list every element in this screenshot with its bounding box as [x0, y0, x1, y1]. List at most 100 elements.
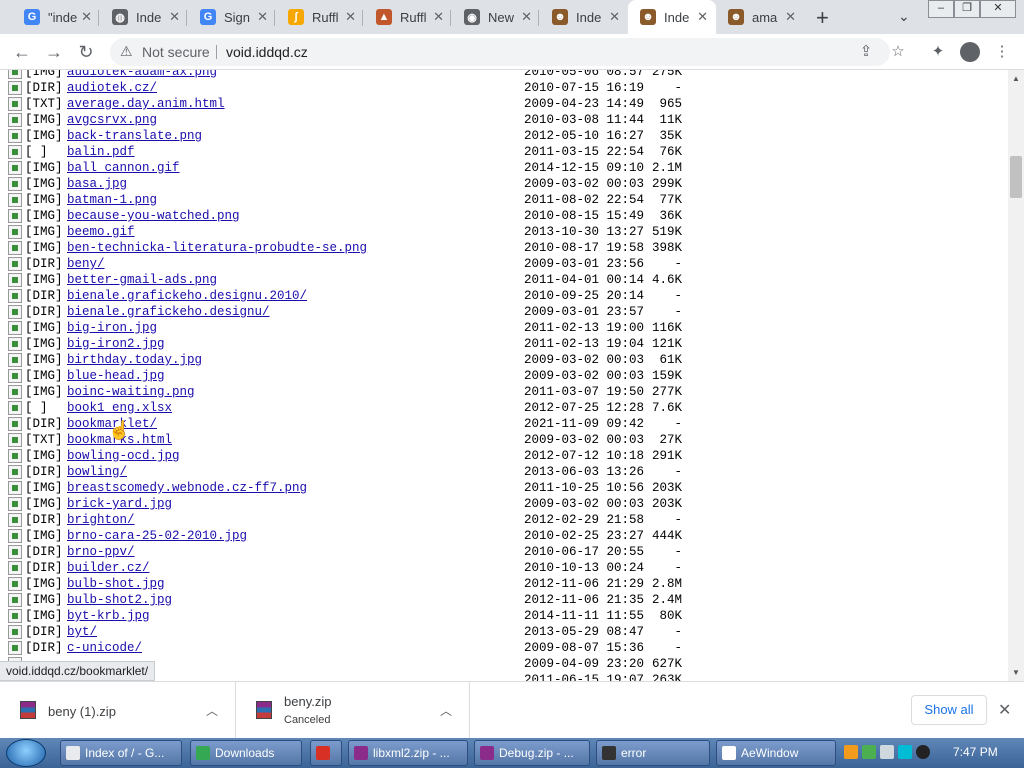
tray-app-icon[interactable]	[844, 745, 858, 759]
browser-tab[interactable]: G "inde ✕	[12, 0, 100, 34]
new-tab-button[interactable]: +	[816, 5, 829, 31]
file-link[interactable]: batman-1.png	[67, 192, 157, 208]
file-link[interactable]: bienale.grafickeho.designu/	[67, 304, 270, 320]
browser-tab[interactable]: ▲ Ruffl ✕	[364, 0, 452, 34]
browser-tab[interactable]: ☻ ama ✕	[716, 0, 804, 34]
file-link[interactable]: byt-krb.jpg	[67, 608, 150, 624]
file-link[interactable]: average.day.anim.html	[67, 96, 225, 112]
clock[interactable]: 7:47 PM	[953, 745, 998, 759]
close-tab-icon[interactable]: ✕	[345, 9, 356, 25]
tray-network-icon[interactable]	[880, 745, 894, 759]
bookmark-star-icon[interactable]: ☆	[888, 42, 908, 62]
file-link[interactable]: ball_cannon.gif	[67, 160, 180, 176]
file-link[interactable]: bowling-ocd.jpg	[67, 448, 180, 464]
scroll-up-icon[interactable]: ▲	[1012, 74, 1020, 83]
file-link[interactable]: brighton/	[67, 512, 135, 528]
file-link[interactable]: c-unicode/	[67, 640, 142, 656]
taskbar-button[interactable]: error	[596, 740, 710, 766]
chevron-up-icon[interactable]: ︿	[440, 702, 452, 719]
profile-avatar-icon[interactable]	[960, 42, 980, 62]
file-link[interactable]: balin.pdf	[67, 144, 135, 160]
file-link[interactable]: bienale.grafickeho.designu.2010/	[67, 288, 307, 304]
restore-button[interactable]: ❐	[954, 0, 980, 18]
reload-button[interactable]: ↻	[74, 40, 98, 64]
file-link[interactable]: boinc-waiting.png	[67, 384, 195, 400]
browser-tab[interactable]: ◉ New ✕	[452, 0, 540, 34]
download-item[interactable]: beny (1).zip ︿	[0, 682, 236, 739]
table-row: [DIR] builder.cz/2010-10-13 00:24 -	[8, 560, 998, 576]
tray-display-icon[interactable]	[898, 745, 912, 759]
file-link[interactable]: beny/	[67, 256, 105, 272]
tray-volume-icon[interactable]	[916, 745, 930, 759]
scroll-down-icon[interactable]: ▼	[1012, 668, 1020, 677]
security-label[interactable]: Not secure	[142, 44, 210, 60]
file-type-icon	[8, 81, 22, 95]
file-link[interactable]: brno-ppv/	[67, 544, 135, 560]
close-tab-icon[interactable]: ✕	[697, 9, 708, 25]
file-link[interactable]: builder.cz/	[67, 560, 150, 576]
file-link[interactable]: brno-cara-25-02-2010.jpg	[67, 528, 247, 544]
vertical-scrollbar[interactable]: ▲ ▼	[1008, 70, 1024, 681]
scrollbar-thumb[interactable]	[1010, 156, 1022, 198]
show-all-button[interactable]: Show all	[911, 695, 987, 725]
file-link[interactable]: avgcsrvx.png	[67, 112, 157, 128]
back-button[interactable]: ←	[10, 40, 34, 64]
file-link[interactable]: big-iron2.jpg	[67, 336, 165, 352]
close-tab-icon[interactable]: ✕	[257, 9, 268, 25]
close-tab-icon[interactable]: ✕	[521, 9, 532, 25]
file-link[interactable]: breastscomedy.webnode.cz-ff7.png	[67, 480, 307, 496]
file-link[interactable]: audiotek.cz/	[67, 80, 157, 96]
file-link[interactable]: basa.jpg	[67, 176, 127, 192]
file-type-icon	[8, 481, 22, 495]
browser-tab[interactable]: G Sign ✕	[188, 0, 276, 34]
file-link[interactable]: because-you-watched.png	[67, 208, 240, 224]
browser-tab[interactable]: ☻ Inde ✕	[540, 0, 628, 34]
close-tab-icon[interactable]: ✕	[169, 9, 180, 25]
taskbar-button[interactable]: AeWindow	[716, 740, 836, 766]
file-link[interactable]: byt/	[67, 624, 97, 640]
taskbar-button[interactable]: Index of / - G...	[60, 740, 182, 766]
file-link[interactable]: bowling/	[67, 464, 127, 480]
file-link[interactable]: bulb-shot2.jpg	[67, 592, 172, 608]
share-icon[interactable]: ⇪	[856, 42, 876, 62]
tab-title: "inde	[48, 9, 78, 25]
file-link[interactable]: big-iron.jpg	[67, 320, 157, 336]
taskbar-button[interactable]: Debug.zip - ...	[474, 740, 590, 766]
last-modified: 2014-11-11 11:55	[524, 609, 645, 623]
start-button[interactable]	[6, 739, 46, 767]
file-link[interactable]: book1_eng.xlsx	[67, 400, 172, 416]
taskbar-button[interactable]: Downloads	[190, 740, 302, 766]
address-bar[interactable]: ⚠ Not secure void.iddqd.cz	[110, 38, 890, 66]
extensions-icon[interactable]: ✦	[928, 42, 948, 62]
browser-tab[interactable]: ☻ Inde ✕	[628, 0, 716, 34]
file-link[interactable]: brick-yard.jpg	[67, 496, 172, 512]
file-link[interactable]: blue-head.jpg	[67, 368, 165, 384]
file-size: 203K	[651, 481, 682, 495]
tray-shield-icon[interactable]	[862, 745, 876, 759]
file-link[interactable]: bulb-shot.jpg	[67, 576, 165, 592]
warning-icon[interactable]: ⚠	[120, 43, 133, 60]
forward-button[interactable]: →	[42, 40, 66, 64]
file-link[interactable]: ben-technicka-literatura-probudte-se.png	[67, 240, 367, 256]
file-link[interactable]: better-gmail-ads.png	[67, 272, 217, 288]
url-text[interactable]: void.iddqd.cz	[226, 44, 308, 60]
close-tab-icon[interactable]: ✕	[81, 9, 92, 25]
chevron-up-icon[interactable]: ︿	[206, 702, 218, 719]
tab-search-chevron-icon[interactable]: ⌄	[898, 8, 910, 25]
file-link[interactable]: birthday.today.jpg	[67, 352, 202, 368]
minimize-button[interactable]: –	[928, 0, 954, 18]
file-link[interactable]: beemo.gif	[67, 224, 135, 240]
file-link[interactable]: audiotek-adam-ax.png	[67, 70, 217, 80]
browser-tab[interactable]: ◍ Inde ✕	[100, 0, 188, 34]
taskbar-button[interactable]	[310, 740, 342, 766]
menu-icon[interactable]: ⋮	[992, 42, 1012, 62]
file-link[interactable]: back-translate.png	[67, 128, 202, 144]
close-window-button[interactable]: ✕	[980, 0, 1016, 18]
download-item[interactable]: beny.zip Canceled ︿	[236, 682, 470, 739]
browser-tab[interactable]: ʃ Ruffl ✕	[276, 0, 364, 34]
close-icon[interactable]: ✕	[998, 700, 1011, 720]
close-tab-icon[interactable]: ✕	[433, 9, 444, 25]
close-tab-icon[interactable]: ✕	[785, 9, 796, 25]
taskbar-button[interactable]: libxml2.zip - ...	[348, 740, 468, 766]
close-tab-icon[interactable]: ✕	[609, 9, 620, 25]
